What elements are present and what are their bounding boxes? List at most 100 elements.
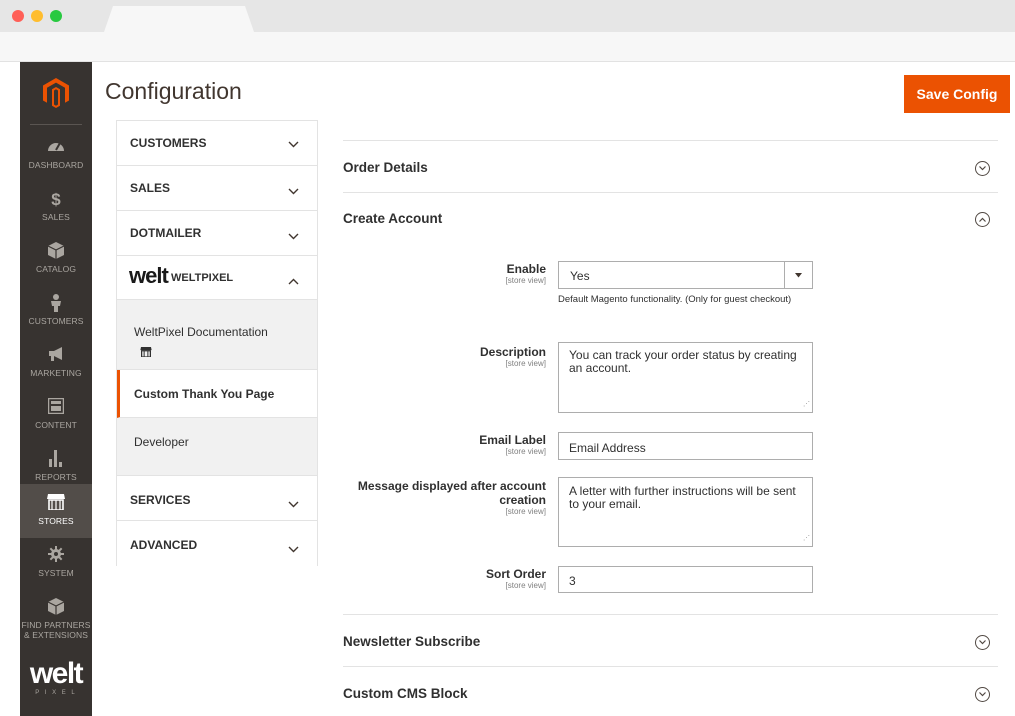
resize-handle-icon[interactable]: ⋰ bbox=[803, 398, 810, 411]
chevron-down-icon bbox=[288, 495, 299, 513]
tab-label: WELTPIXEL bbox=[171, 272, 234, 284]
nav-marketing[interactable]: MARKETING bbox=[20, 340, 92, 392]
nav-label: DASHBOARD bbox=[28, 160, 84, 170]
resize-handle-icon[interactable]: ⋰ bbox=[803, 532, 810, 545]
nav-label: CATALOG bbox=[35, 264, 77, 274]
tab-advanced[interactable]: ADVANCED bbox=[117, 521, 317, 566]
description-label: Description [store view] bbox=[341, 345, 546, 369]
section-order-details[interactable]: Order Details bbox=[343, 140, 998, 192]
nav-label: SALES bbox=[42, 212, 70, 222]
section-custom-cms-block[interactable]: Custom CMS Block bbox=[343, 666, 998, 716]
email-label-input[interactable]: Email Address bbox=[558, 432, 813, 460]
nav-sales[interactable]: $ SALES bbox=[20, 184, 92, 236]
chevron-down-icon bbox=[288, 227, 299, 245]
box-icon bbox=[20, 598, 92, 618]
expand-circle-icon bbox=[975, 161, 990, 176]
field-label-text: Description bbox=[479, 345, 546, 359]
scope-text: [store view] bbox=[505, 507, 546, 516]
nav-label: STORES bbox=[38, 516, 74, 526]
input-value: 3 bbox=[569, 574, 576, 588]
tab-label: Custom Thank You Page bbox=[134, 387, 275, 401]
maximize-window-icon[interactable] bbox=[50, 10, 62, 22]
tab-label: SERVICES bbox=[130, 493, 191, 507]
nav-label: FIND PARTNERS bbox=[21, 620, 91, 630]
tab-label: CUSTOMERS bbox=[130, 136, 207, 150]
tab-weltpixel[interactable]: welt WELTPIXEL bbox=[117, 256, 317, 300]
textarea-value: You can track your order status by creat… bbox=[569, 348, 797, 375]
scope-text: [store view] bbox=[505, 581, 546, 590]
person-icon bbox=[20, 294, 92, 314]
nav-dashboard[interactable]: DASHBOARD bbox=[20, 132, 92, 184]
select-arrow-icon[interactable] bbox=[784, 262, 812, 288]
layout-icon bbox=[20, 397, 92, 418]
section-title: Order Details bbox=[343, 160, 428, 175]
expand-circle-icon bbox=[975, 635, 990, 650]
dollar-icon: $ bbox=[51, 190, 61, 209]
browser-titlebar bbox=[0, 0, 1015, 32]
store-icon bbox=[140, 344, 152, 362]
brand-text: welt bbox=[29, 657, 84, 690]
enable-note: Default Magento functionality. (Only for… bbox=[558, 294, 792, 305]
megaphone-icon bbox=[20, 346, 92, 366]
page-title: Configuration bbox=[105, 78, 242, 104]
chevron-down-icon bbox=[288, 135, 299, 153]
chevron-up-icon bbox=[288, 272, 299, 290]
minimize-window-icon[interactable] bbox=[31, 10, 43, 22]
tab-sales[interactable]: SALES bbox=[117, 166, 317, 211]
chevron-down-icon bbox=[288, 540, 299, 558]
section-title[interactable]: Create Account bbox=[343, 211, 442, 226]
tab-weltpixel-documentation[interactable]: WeltPixel Documentation bbox=[117, 300, 317, 370]
section-title: Custom CMS Block bbox=[343, 686, 468, 701]
nav-find-partners[interactable]: FIND PARTNERS & EXTENSIONS bbox=[20, 592, 92, 652]
field-label-text: Email Label bbox=[479, 433, 546, 447]
description-textarea[interactable]: You can track your order status by creat… bbox=[558, 342, 813, 413]
expand-circle-icon bbox=[975, 687, 990, 702]
nav-customers[interactable]: CUSTOMERS bbox=[20, 288, 92, 340]
scope-text: [store view] bbox=[505, 447, 546, 456]
nav-label: MARKETING bbox=[30, 368, 82, 378]
collapse-circle-icon[interactable] bbox=[975, 212, 990, 227]
message-textarea[interactable]: A letter with further instructions will … bbox=[558, 477, 813, 547]
nav-label: REPORTS bbox=[35, 472, 77, 482]
nav-content[interactable]: CONTENT bbox=[20, 392, 92, 444]
tab-label: SALES bbox=[130, 181, 171, 195]
input-value: Email Address bbox=[569, 441, 646, 455]
box-icon bbox=[20, 242, 92, 262]
scope-text: [store view] bbox=[505, 359, 546, 368]
tab-label: ADVANCED bbox=[130, 538, 198, 552]
nav-stores[interactable]: STORES bbox=[20, 484, 92, 538]
tab-dotmailer[interactable]: DOTMAILER bbox=[117, 211, 317, 256]
field-label-text: Message displayed after account creation bbox=[357, 479, 546, 507]
tab-customers[interactable]: CUSTOMERS bbox=[117, 121, 317, 166]
enable-select[interactable]: Yes bbox=[558, 261, 813, 289]
browser-tab[interactable] bbox=[104, 6, 254, 32]
close-window-icon[interactable] bbox=[12, 10, 24, 22]
nav-label: SYSTEM bbox=[38, 568, 74, 578]
tab-label: DOTMAILER bbox=[130, 226, 202, 240]
store-icon bbox=[20, 494, 92, 514]
tab-developer[interactable]: Developer bbox=[117, 418, 317, 476]
config-tabs: CUSTOMERS SALES DOTMAILER welt WELTPIXEL… bbox=[116, 120, 318, 566]
weltpixel-brand-logo: welt P I X E L bbox=[20, 654, 92, 714]
browser-toolbar bbox=[0, 32, 1015, 62]
save-config-button[interactable]: Save Config bbox=[904, 75, 1010, 113]
sort-order-input[interactable]: 3 bbox=[558, 566, 813, 593]
nav-system[interactable]: SYSTEM bbox=[20, 540, 92, 592]
nav-catalog[interactable]: CATALOG bbox=[20, 236, 92, 288]
tab-services[interactable]: SERVICES bbox=[117, 476, 317, 521]
field-label-text: Sort Order bbox=[485, 567, 546, 581]
magento-logo[interactable] bbox=[20, 62, 92, 124]
brand-subtext: P I X E L bbox=[35, 690, 77, 696]
chevron-down-icon bbox=[288, 182, 299, 200]
tab-label: Developer bbox=[134, 435, 189, 449]
email-label-label: Email Label [store view] bbox=[341, 433, 546, 457]
nav-separator bbox=[30, 124, 82, 125]
tab-custom-thank-you-page[interactable]: Custom Thank You Page bbox=[117, 370, 317, 418]
nav-label: CONTENT bbox=[35, 420, 77, 430]
message-label: Message displayed after account creation… bbox=[341, 479, 546, 517]
select-value: Yes bbox=[570, 269, 590, 283]
nav-label: CUSTOMERS bbox=[28, 316, 84, 326]
sort-order-label: Sort Order [store view] bbox=[341, 567, 546, 591]
weltpixel-logo: welt bbox=[129, 263, 169, 288]
section-newsletter-subscribe[interactable]: Newsletter Subscribe bbox=[343, 614, 998, 666]
